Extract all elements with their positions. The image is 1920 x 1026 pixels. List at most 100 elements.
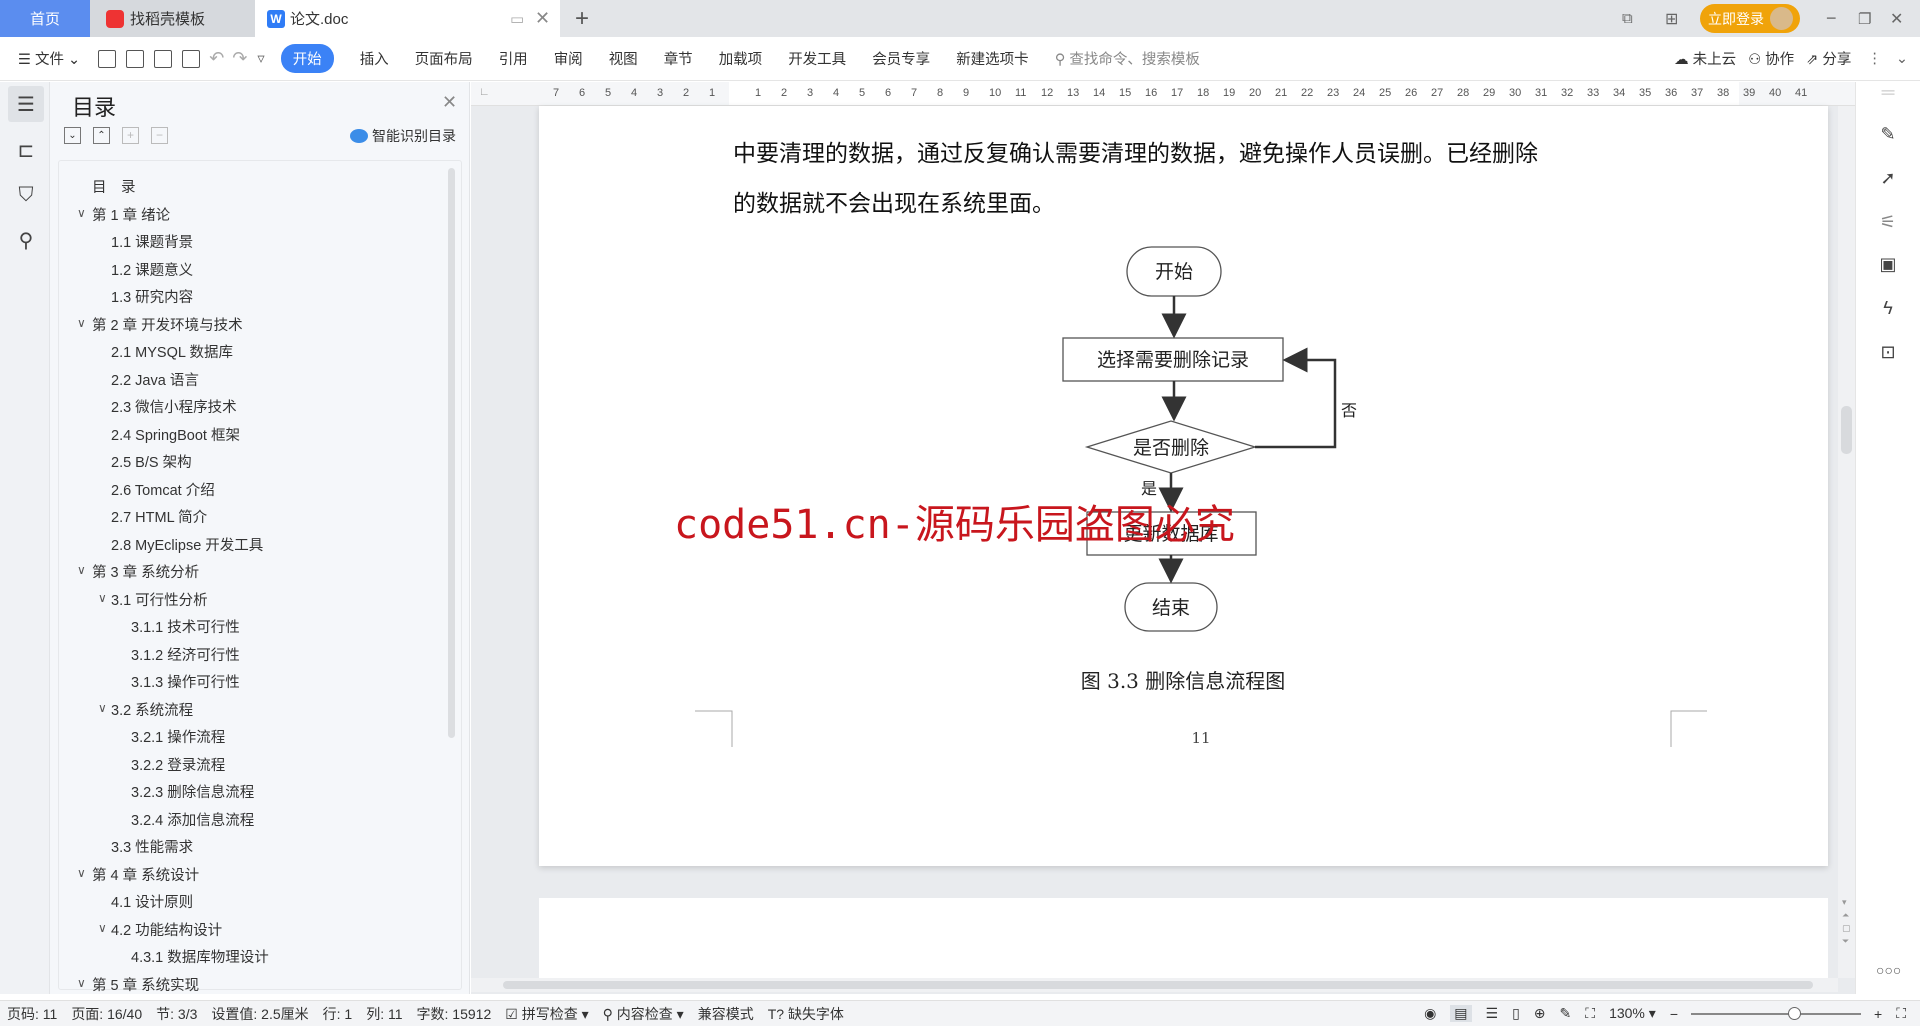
undo-icon[interactable]: ↶ [209,48,224,69]
menu-references[interactable]: 引用 [499,48,528,69]
cloud-button[interactable]: ☁ 未上云 [1674,48,1736,69]
toc-item[interactable]: 3.2.2 登录流程 [131,754,225,775]
close-icon[interactable]: ✕ [442,92,457,113]
toc-item[interactable]: 第 1 章 绪论 [92,204,170,225]
redo-icon[interactable]: ↷ [232,48,247,69]
toc-item[interactable]: 3.1.1 技术可行性 [131,616,240,637]
expand-chevron-icon[interactable]: ∨ [77,866,86,880]
toc-item[interactable]: 2.1 MYSQL 数据库 [111,341,233,362]
toc-item[interactable]: 3.2 系统流程 [111,699,193,720]
toc-item[interactable]: 3.1.3 操作可行性 [131,671,240,692]
toc-scrollbar[interactable] [448,168,455,738]
fit-icon[interactable]: ⛶ [1585,1005,1595,1022]
menu-insert[interactable]: 插入 [360,48,389,69]
expand-chevron-icon[interactable]: ∨ [77,976,86,990]
horizontal-ruler[interactable]: ∟ 7 6 5 4 3 2 1 1 2 3 4 5 6 7 8 9 10 11 12 13 14 15 16 17 18 19 20… [471,82,1855,106]
toc-item[interactable]: 第 2 章 开发环境与技术 [92,314,243,335]
toc-item[interactable]: 第 3 章 系统分析 [92,561,199,582]
more-icon[interactable]: ⋮ [1867,51,1882,67]
collapse-all-icon[interactable]: ⌃ [93,127,110,144]
toc-item[interactable]: 3.3 性能需求 [111,836,193,857]
new-tab-button[interactable]: + [575,0,589,37]
tab-stop-icon[interactable]: ∟ [479,86,490,98]
missing-font-button[interactable]: T? 缺失字体 [768,1004,844,1024]
content-check-button[interactable]: ⚲ 内容检查 ▾ [603,1004,684,1024]
slider-settings-icon[interactable]: ⚟ [1876,212,1900,236]
fullscreen-icon[interactable]: ⛶ [1896,1005,1906,1022]
menu-developer[interactable]: 开发工具 [788,48,846,69]
toc-item[interactable]: 2.6 Tomcat 介绍 [111,479,215,500]
menu-member[interactable]: 会员专享 [872,48,930,69]
toc-item[interactable]: 2.7 HTML 简介 [111,506,207,527]
more-dropdown-icon[interactable]: ▿ [257,51,264,67]
print-icon[interactable] [154,49,173,68]
zoom-out-button[interactable]: − [1670,1006,1678,1022]
toc-item[interactable]: 2.8 MyEclipse 开发工具 [111,534,263,555]
menu-layout[interactable]: 页面布局 [415,48,473,69]
collapse-ribbon-icon[interactable]: ⌄ [1896,51,1908,67]
expand-chevron-icon[interactable]: ∨ [77,206,86,220]
vertical-scrollbar[interactable]: ▾ ⏶ ▢ ⏷ [1838,106,1855,978]
toc-item[interactable]: 1.2 课题意义 [111,259,193,280]
close-tab-icon[interactable]: ✕ [535,8,550,29]
write-view-icon[interactable]: ✎ [1560,1005,1572,1022]
reading-view-icon[interactable]: ▯ [1512,1005,1520,1022]
toc-item[interactable]: 2.4 SpringBoot 框架 [111,424,240,445]
file-menu[interactable]: ☰ 文件 ⌄ [18,48,80,69]
scrollbar-thumb[interactable] [1841,406,1852,454]
menu-view[interactable]: 视图 [609,48,638,69]
horizontal-scrollbar[interactable] [471,978,1838,992]
toc-icon[interactable]: ☰ [8,86,44,122]
word-count[interactable]: 字数: 15912 [417,1004,492,1024]
toc-item[interactable]: 2.3 微信小程序技术 [111,396,237,417]
chapter-nav-icon[interactable]: ⊏ [8,132,44,168]
toc-item[interactable]: 4.3.1 数据库物理设计 [131,946,269,967]
tab-templates[interactable]: 找稻壳模板 [90,0,255,37]
toc-item[interactable]: 第 5 章 系统实现 [92,974,199,995]
expand-chevron-icon[interactable]: ∨ [77,316,86,330]
expand-chevron-icon[interactable]: ∨ [98,591,107,605]
toc-item[interactable]: 4.2 功能结构设计 [111,919,222,940]
scrollbar-thumb[interactable] [503,981,1813,989]
pen-icon[interactable]: ✎ [1876,124,1900,148]
page-view-icon[interactable]: ▤ [1450,1005,1472,1022]
expand-all-icon[interactable]: ⌄ [64,127,81,144]
toc-item[interactable]: 1.1 课题背景 [111,231,193,252]
command-search[interactable]: ⚲ 查找命令、搜索模板 [1055,48,1200,69]
minimize-button[interactable]: − [1826,0,1837,37]
cursor-icon[interactable]: ➚ [1876,168,1900,192]
image-tool-icon[interactable]: ▣ [1876,254,1900,278]
toc-item[interactable]: 第 4 章 系统设计 [92,864,199,885]
login-button[interactable]: 立即登录 [1700,4,1800,33]
restore-button[interactable]: ❐ [1858,0,1871,37]
toc-item[interactable]: 2.5 B/S 架构 [111,451,192,472]
web-view-icon[interactable]: ⊕ [1534,1005,1546,1022]
toc-item[interactable]: 3.2.1 操作流程 [131,726,225,747]
toc-item[interactable]: 2.2 Java 语言 [111,369,199,390]
expand-chevron-icon[interactable]: ∨ [98,701,107,715]
page-nav-buttons[interactable]: ▾ ⏶ ▢ ⏷ [1842,896,1851,948]
print-preview-icon[interactable] [182,49,201,68]
eye-protection-icon[interactable]: ◉ [1424,1005,1436,1022]
menu-addins[interactable]: 加载项 [719,48,763,69]
export-pdf-icon[interactable] [126,49,145,68]
tab-home[interactable]: 首页 [0,0,90,37]
smart-toc-button[interactable]: 智能识别目录 [350,126,456,146]
demote-icon[interactable]: − [151,127,168,144]
toc-item[interactable]: 4.1 设计原则 [111,891,193,912]
more-tools-icon[interactable]: ○○○ [1876,962,1901,986]
tab-document[interactable]: W 论文.doc ▭ ✕ [255,0,560,37]
toc-item[interactable]: 3.1.2 经济可行性 [131,644,240,665]
menu-section[interactable]: 章节 [664,48,693,69]
menu-review[interactable]: 审阅 [554,48,583,69]
menu-new-tab[interactable]: 新建选项卡 [956,48,1029,69]
next-page[interactable] [539,898,1828,978]
lightning-icon[interactable]: ϟ [1876,298,1900,322]
apps-grid-icon[interactable]: ⊞ [1665,0,1678,37]
spell-check-button[interactable]: ☑ 拼写检查 ▾ [505,1004,588,1024]
panel-handle-icon[interactable]: ═ [1876,82,1900,106]
search-icon[interactable]: ⚲ [8,222,44,258]
promote-icon[interactable]: + [122,127,139,144]
share-button[interactable]: ⇗ 分享 [1806,48,1851,69]
bookmark-icon[interactable]: ⛉ [8,177,44,213]
